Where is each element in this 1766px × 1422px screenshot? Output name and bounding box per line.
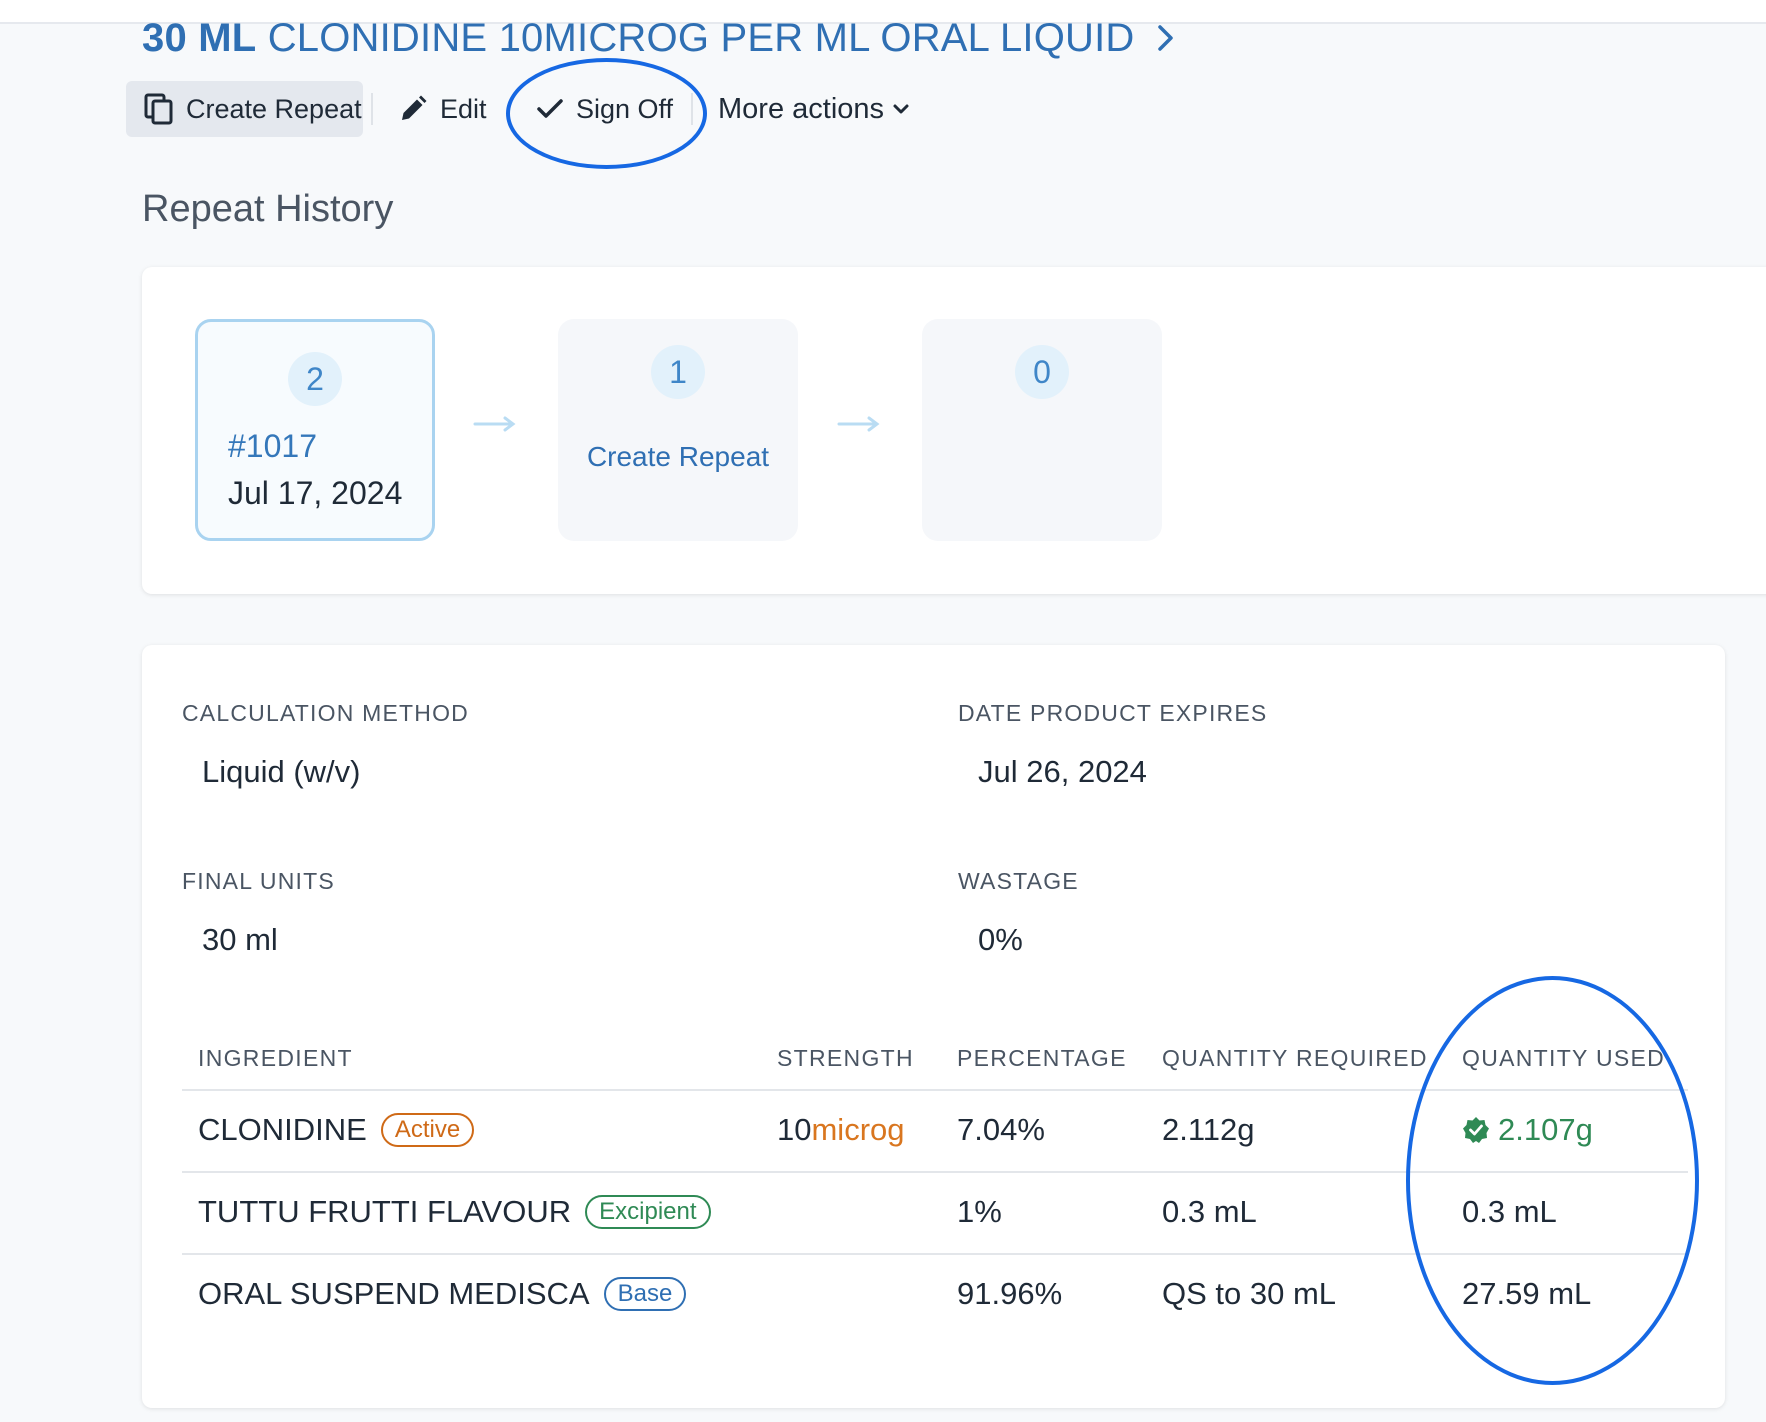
repeat-history-card: 2 #1017 Jul 17, 2024 1 Create Repeat 0 [142,267,1766,594]
edit-label: Edit [440,93,487,124]
strength-cell: 10microg [777,1112,905,1148]
column-header-strength: STRENGTH [777,1045,914,1071]
quantity-required-cell: 2.112g [1162,1112,1255,1147]
copy-icon [144,93,173,125]
step-number: 2 [288,352,342,406]
ingredient-name: CLONIDINE [198,1112,367,1147]
ingredient-name: ORAL SUSPEND MEDISCA [198,1276,590,1311]
arrow-right-icon [837,416,880,432]
table-row-ingredient: CLONIDINE Active [198,1112,475,1148]
quantity-used-value: 2.107g [1498,1112,1593,1147]
percentage-cell: 7.04% [957,1112,1045,1147]
ingredient-tag-excipient: Excipient [585,1195,711,1229]
chevron-down-icon [893,104,909,114]
quantity-used-cell: 27.59 mL [1462,1276,1592,1311]
table-row-divider [182,1171,1688,1173]
column-header-quantity-used: QUANTITY USED [1462,1045,1666,1071]
column-header-quantity-required: QUANTITY REQUIRED [1162,1045,1428,1071]
table-row-ingredient: ORAL SUSPEND MEDISCA Base [198,1276,687,1312]
table-header-divider [182,1089,1688,1091]
page-title[interactable]: 30 ML CLONIDINE 10MICROG PER ML ORAL LIQ… [142,16,1176,63]
percentage-cell: 1% [957,1194,1002,1229]
create-repeat-button[interactable]: Create Repeat [126,81,363,137]
create-repeat-link[interactable]: Create Repeat [558,441,798,473]
repeat-step-1[interactable]: 1 Create Repeat [558,319,798,541]
sign-off-label: Sign Off [576,93,674,124]
column-header-percentage: PERCENTAGE [957,1045,1127,1071]
title-product: CLONIDINE 10MICROG PER ML ORAL LIQUID [267,16,1135,60]
strength-unit: microg [811,1112,905,1147]
ingredient-tag-active: Active [380,1113,475,1147]
repeat-step-2[interactable]: 2 #1017 Jul 17, 2024 [195,319,435,541]
pencil-icon [402,95,427,120]
wastage-value: 0% [978,922,1023,957]
ingredient-name: TUTTU FRUTTI FLAVOUR [198,1194,572,1229]
table-row-divider [182,1253,1688,1255]
date-expires-label: DATE PRODUCT EXPIRES [958,700,1268,726]
chevron-right-icon [1156,18,1176,63]
sign-off-button[interactable]: Sign Off [536,81,673,137]
column-header-ingredient: INGREDIENT [198,1045,353,1071]
title-quantity: 30 ML [142,16,257,60]
toolbar-divider [371,93,373,125]
final-units-label: FINAL UNITS [182,868,335,894]
more-actions-label: More actions [718,92,885,125]
repeat-step-0: 0 [922,319,1162,541]
quantity-used-cell: 2.107g [1462,1112,1593,1148]
step-number: 0 [1015,345,1069,399]
more-actions-button[interactable]: More actions [718,81,910,137]
ingredient-tag-base: Base [603,1277,687,1311]
percentage-cell: 91.96% [957,1276,1063,1311]
checkmark-icon [537,99,563,118]
toolbar: Create Repeat Edit Sign Off More actions [126,81,1026,137]
step-number: 1 [651,345,705,399]
repeat-id-link[interactable]: #1017 [228,428,317,465]
final-units-value: 30 ml [202,922,278,957]
calculation-method-label: CALCULATION METHOD [182,700,469,726]
section-title: Repeat History [142,188,394,230]
repeat-date: Jul 17, 2024 [228,475,403,511]
quantity-used-cell: 0.3 mL [1462,1194,1557,1229]
strength-value: 10 [777,1112,812,1147]
table-row-ingredient: TUTTU FRUTTI FLAVOUR Excipient [198,1194,711,1230]
toolbar-divider [691,93,693,125]
quantity-required-cell: QS to 30 mL [1162,1276,1337,1311]
date-expires-value: Jul 26, 2024 [978,754,1147,789]
edit-button[interactable]: Edit [398,81,487,137]
arrow-right-icon [473,416,516,432]
calculation-method-value: Liquid (w/v) [202,754,361,789]
quantity-required-cell: 0.3 mL [1162,1194,1257,1229]
verified-badge-icon [1463,1117,1489,1143]
wastage-label: WASTAGE [958,868,1079,894]
create-repeat-label: Create Repeat [186,93,362,124]
